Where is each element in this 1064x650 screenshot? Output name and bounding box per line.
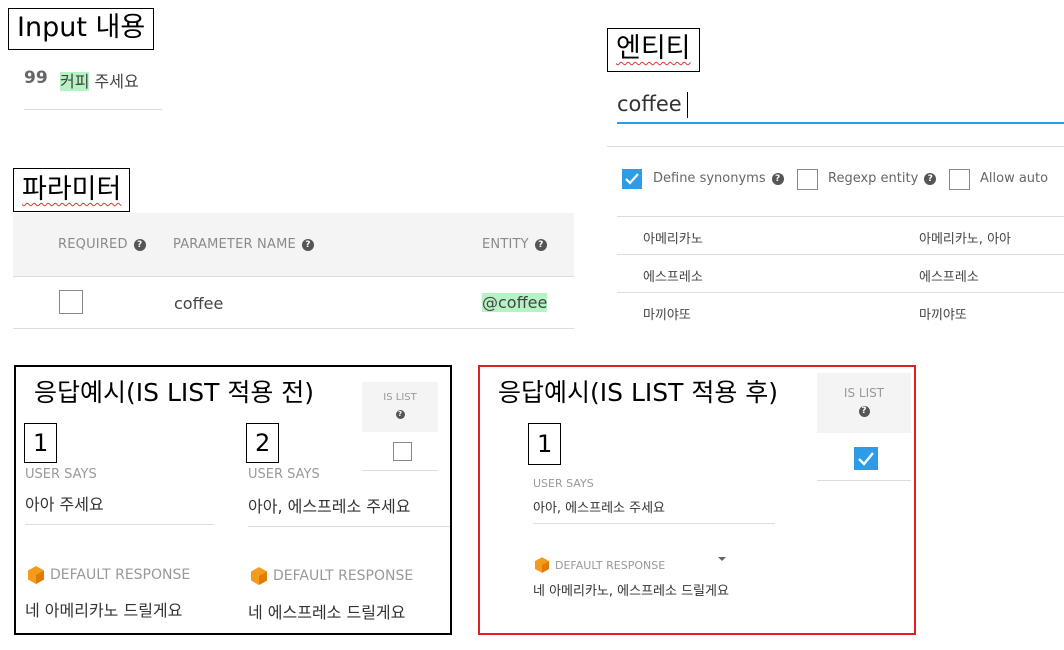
response-after-frame: 응답예시(IS LIST 적용 후) IS LIST ? 1 USER SAYS… xyxy=(478,365,916,635)
default-response-label: DEFAULT RESPONSE xyxy=(50,567,191,583)
phrase-rest: 주세요 xyxy=(89,72,139,91)
define-synonyms-checkbox[interactable] xyxy=(622,169,642,189)
example-number: 1 xyxy=(24,423,58,463)
dropdown-chevron-icon[interactable] xyxy=(718,557,726,561)
entity-name-input[interactable]: coffee xyxy=(617,88,1064,124)
islist-header-label: IS LIST xyxy=(843,386,885,400)
user-says-text[interactable]: 아아, 에스프레소 주세요 xyxy=(248,493,410,517)
allow-automated-label: Allow auto xyxy=(980,171,1049,186)
help-icon[interactable]: ? xyxy=(534,238,547,251)
user-says-divider xyxy=(25,524,214,525)
cube-icon xyxy=(535,556,549,573)
params-header-row: REQUIRED? PARAMETER NAME? ENTITY? xyxy=(13,213,574,277)
input-section-label: Input 내용 xyxy=(8,8,155,50)
quote-icon: 99 xyxy=(24,68,48,88)
user-says-label: USER SAYS xyxy=(533,477,594,490)
islist-header: IS LIST ? xyxy=(362,382,438,432)
entity-name-value: coffee xyxy=(617,92,682,116)
help-icon[interactable]: ? xyxy=(924,172,937,185)
user-says-divider xyxy=(248,526,450,527)
entity-value[interactable]: 에스프레소 xyxy=(643,266,703,285)
allow-automated-checkbox[interactable] xyxy=(949,169,970,190)
default-response-text[interactable]: 네 에스프레소 드릴게요 xyxy=(248,599,405,623)
params-section-label: 파라미터 xyxy=(13,168,131,212)
entity-row[interactable]: 아메리카노 아메리카노, 아아 xyxy=(617,217,1064,255)
entity-options-row: Define synonyms? Regexp entity? Allow au… xyxy=(622,168,1064,192)
entity-value[interactable]: 마끼야또 xyxy=(643,304,691,323)
example-number: 2 xyxy=(246,423,280,463)
help-icon[interactable]: ? xyxy=(771,172,784,185)
help-icon[interactable]: ? xyxy=(858,406,870,417)
entity-value[interactable]: 아메리카노 xyxy=(643,228,703,247)
user-says-text[interactable]: 아아 주세요 xyxy=(25,491,104,515)
response-before-frame: 응답예시(IS LIST 적용 전) IS LIST ? 1 USER SAYS… xyxy=(14,365,452,635)
input-training-phrase[interactable]: 99 커피 주세요 xyxy=(24,66,162,110)
default-response-text[interactable]: 네 아메리카노 드릴게요 xyxy=(25,597,182,621)
regexp-entity-checkbox[interactable] xyxy=(797,169,818,190)
col-required-header: REQUIRED xyxy=(58,237,128,252)
entity-section-label: 엔티티 xyxy=(607,28,700,72)
param-name-cell[interactable]: coffee xyxy=(174,294,223,313)
example-number: 1 xyxy=(528,423,562,465)
help-icon[interactable]: ? xyxy=(133,238,146,251)
default-response-label: DEFAULT RESPONSE xyxy=(555,559,666,572)
islist-checkbox[interactable] xyxy=(854,447,878,470)
help-icon[interactable]: ? xyxy=(395,410,405,419)
param-entity-cell[interactable]: @coffee xyxy=(482,293,548,312)
checkmark-icon xyxy=(858,452,874,466)
params-row: coffee @coffee xyxy=(13,277,574,329)
default-response-text[interactable]: 네 아메리카노, 에스프레소 드릴게요 xyxy=(533,580,729,599)
response-before-title: 응답예시(IS LIST 적용 전) xyxy=(34,378,315,407)
response-after-title: 응답예시(IS LIST 적용 후) xyxy=(498,378,779,407)
entity-synonyms[interactable]: 에스프레소 xyxy=(919,266,979,285)
entity-synonyms[interactable]: 아메리카노, 아아 xyxy=(919,228,1011,247)
islist-divider xyxy=(362,470,438,471)
user-says-divider xyxy=(533,523,775,524)
user-says-text[interactable]: 아아, 에스프레소 주세요 xyxy=(533,497,665,516)
col-entity-header: ENTITY xyxy=(482,237,529,252)
islist-header: IS LIST ? xyxy=(817,373,911,433)
cube-icon xyxy=(251,566,267,585)
entity-row[interactable]: 마끼야또 마끼야또 xyxy=(617,293,1064,331)
col-param-name-header: PARAMETER NAME xyxy=(173,237,296,252)
text-cursor xyxy=(687,92,688,118)
checkmark-icon xyxy=(625,173,639,185)
islist-header-label: IS LIST xyxy=(383,392,417,403)
user-says-label: USER SAYS xyxy=(25,467,97,482)
islist-checkbox[interactable] xyxy=(393,442,412,461)
default-response-label: DEFAULT RESPONSE xyxy=(273,568,414,584)
params-table: REQUIRED? PARAMETER NAME? ENTITY? coffee… xyxy=(13,213,574,329)
cube-icon xyxy=(28,565,44,584)
islist-divider xyxy=(817,480,911,481)
regexp-entity-label: Regexp entity xyxy=(828,171,919,186)
user-says-label: USER SAYS xyxy=(248,467,320,482)
entity-row[interactable]: 에스프레소 에스프레소 xyxy=(617,255,1064,293)
required-checkbox[interactable] xyxy=(59,290,83,314)
entity-divider xyxy=(607,146,1064,147)
entity-rows: 아메리카노 아메리카노, 아아 에스프레소 에스프레소 마끼야또 마끼야또 xyxy=(617,216,1064,330)
entity-synonyms[interactable]: 마끼야또 xyxy=(919,304,967,323)
help-icon[interactable]: ? xyxy=(301,238,314,251)
define-synonyms-label: Define synonyms xyxy=(653,171,766,186)
phrase-highlight: 커피 xyxy=(60,72,90,91)
